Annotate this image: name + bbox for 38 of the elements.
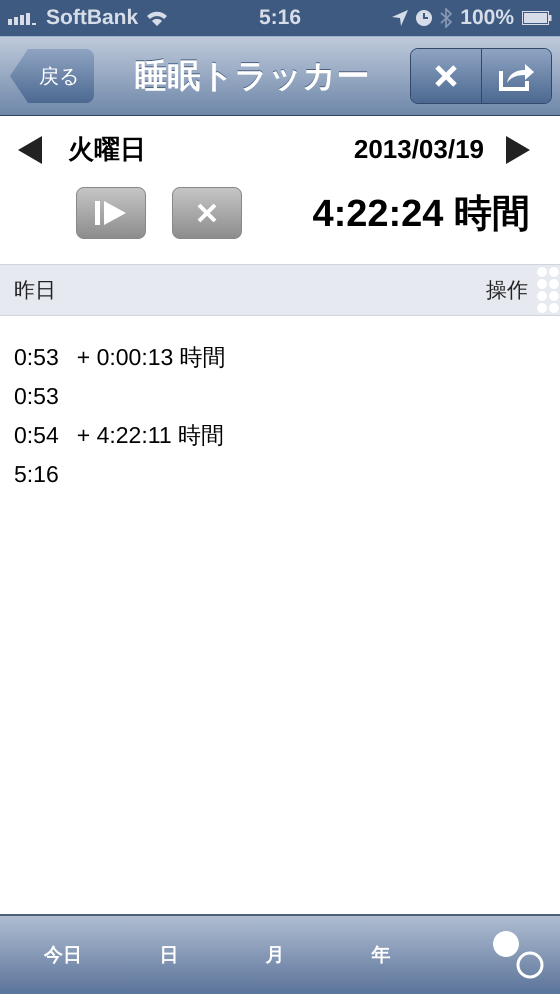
total-duration: 4:22:24 時間 xyxy=(312,192,530,236)
weekday: 火曜日 xyxy=(68,134,146,167)
back-button[interactable]: 戻る xyxy=(10,49,94,103)
resume-button[interactable] xyxy=(76,187,146,239)
clock-icon xyxy=(416,10,432,26)
close-icon xyxy=(197,203,217,223)
toolbar-tab[interactable]: 年 xyxy=(328,941,434,969)
toolbar-tab[interactable]: 今日 xyxy=(10,941,116,969)
log-time: 5:16 xyxy=(14,461,59,488)
date-text: 2013/03/19 xyxy=(354,134,484,165)
log-duration: + 0:00:13 時間 xyxy=(76,343,226,372)
previous-arrow-icon[interactable] xyxy=(18,136,42,164)
play-icon xyxy=(95,199,127,227)
log-time: 0:54 xyxy=(14,422,59,449)
log-duration: + 4:22:11 時間 xyxy=(76,421,224,450)
action-label[interactable]: 操作 xyxy=(486,276,528,304)
share-icon xyxy=(498,61,534,91)
close-icon xyxy=(434,64,458,88)
window-title: 睡眠トラッカー xyxy=(134,54,370,96)
toolbar-tab[interactable]: 月 xyxy=(222,941,328,969)
location-icon xyxy=(392,10,408,26)
circles-icon[interactable] xyxy=(490,930,546,980)
close-button[interactable] xyxy=(411,49,481,103)
next-arrow-icon[interactable] xyxy=(506,136,530,164)
section-label: 昨日 xyxy=(14,277,56,304)
signal-icon xyxy=(8,11,38,25)
share-button[interactable] xyxy=(481,49,551,103)
battery-percent: 100% xyxy=(460,6,514,30)
carrier-name: SoftBank xyxy=(46,6,138,30)
toolbar-tab[interactable]: 日 xyxy=(116,941,222,969)
log-time: 0:53 xyxy=(14,344,59,371)
status-time: 5:16 xyxy=(258,6,302,30)
log-time: 0:53 xyxy=(14,383,59,410)
grip-icon[interactable] xyxy=(536,266,560,314)
cancel-button[interactable] xyxy=(172,187,242,239)
battery-icon xyxy=(522,11,552,25)
wifi-icon xyxy=(146,10,168,26)
bluetooth-icon xyxy=(440,8,452,28)
